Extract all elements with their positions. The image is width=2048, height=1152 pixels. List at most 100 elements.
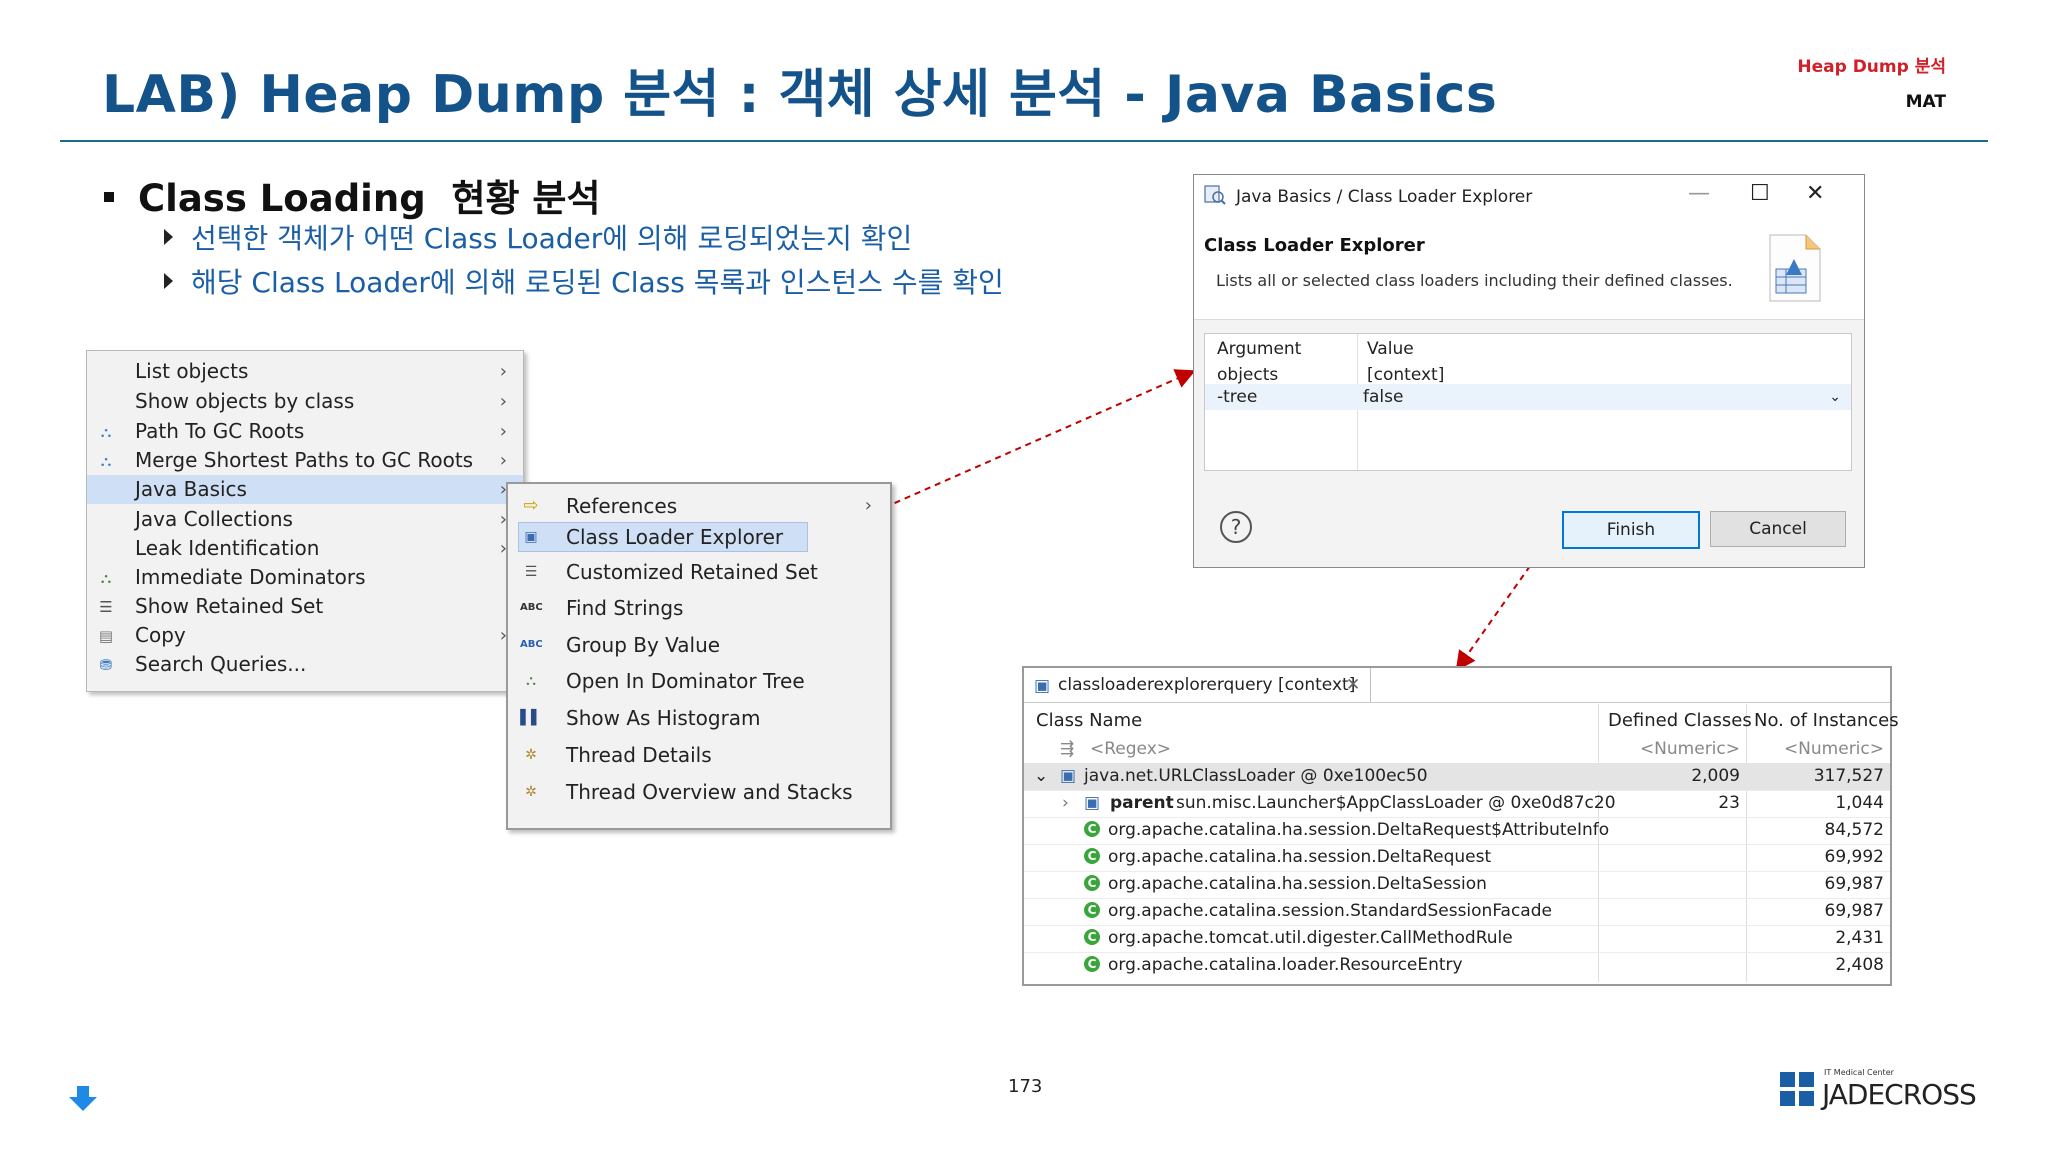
menu-item-references[interactable]: ⇨ References › (508, 489, 890, 523)
column-header-value: Value (1367, 339, 1414, 359)
tab-label: classloaderexplorerquery [context] (1058, 675, 1356, 695)
table-row[interactable]: › ▣ parent sun.misc.Launcher$AppClassLoa… (1024, 790, 1890, 818)
menu-item-find-strings[interactable]: ABC Find Strings (508, 591, 890, 625)
table-row[interactable]: Corg.apache.catalina.ha.session.DeltaSes… (1024, 871, 1890, 899)
column-header-argument: Argument (1217, 339, 1302, 359)
menu-item-immediate-dominators[interactable]: ⛬ Immediate Dominators (87, 563, 523, 592)
tab-divider (1024, 702, 1890, 703)
dialog-description: Lists all or selected class loaders incl… (1216, 271, 1733, 290)
expand-chevron-icon[interactable]: › (1062, 790, 1069, 817)
menu-item-java-collections[interactable]: Java Collections › (87, 505, 523, 534)
menu-item-thread-details[interactable]: ✲ Thread Details (508, 738, 890, 772)
dialog-window-title: Java Basics / Class Loader Explorer (1236, 187, 1533, 207)
dialog-heading: Class Loader Explorer (1204, 235, 1425, 256)
classloader-icon: ▣ (524, 529, 538, 545)
menu-item-class-loader-explorer[interactable]: ▣ Class Loader Explorer (508, 520, 890, 554)
filter-row[interactable]: ⇶ <Regex> <Numeric> <Numeric> (1024, 736, 1890, 764)
filter-icon: ⇶ (1060, 739, 1075, 759)
logo-mark-icon (1780, 1072, 1814, 1106)
menu-item-path-to-gc-roots[interactable]: ⛬ Path To GC Roots › (87, 417, 523, 446)
regex-filter[interactable]: <Regex> (1090, 736, 1171, 763)
query-icon: ▣ (1034, 676, 1051, 696)
menu-item-show-retained-set[interactable]: ☰ Show Retained Set (87, 592, 523, 621)
chevron-right-icon: › (499, 421, 507, 442)
class-icon: C (1084, 848, 1100, 864)
menu-item-search-queries[interactable]: ⛃ Search Queries... (87, 650, 523, 679)
context-menu: List objects › Show objects by class › ⛬ Pa… (86, 350, 524, 692)
histogram-icon: ▌▌ (520, 710, 542, 726)
dominators-icon: ⛬ (100, 569, 112, 587)
class-icon: C (1084, 875, 1100, 891)
table-row[interactable]: Corg.apache.catalina.loader.ResourceEntr… (1024, 952, 1890, 979)
chevron-right-icon: › (499, 450, 507, 471)
arguments-table: Argument Value objects [context] -tree f… (1204, 333, 1852, 471)
table-row[interactable]: Corg.apache.catalina.session.StandardSes… (1024, 898, 1890, 926)
menu-item-java-basics[interactable]: Java Basics › (87, 475, 523, 504)
tree-value-select[interactable]: false (1363, 384, 1403, 410)
cancel-button[interactable]: Cancel (1710, 511, 1846, 547)
dominator-tree-icon: ⛬ (526, 673, 536, 689)
table-row[interactable]: ⌄ ▣ java.net.URLClassLoader @ 0xe100ec50… (1024, 763, 1890, 791)
maximize-button[interactable]: ☐ (1750, 181, 1770, 206)
menu-item-group-by-value[interactable]: ABC Group By Value (508, 628, 890, 662)
column-header-instances[interactable]: No. of Instances (1754, 706, 1899, 736)
arrow-dialog-to-result (1455, 565, 1531, 672)
thread-icon: ✲ (525, 784, 537, 800)
parent-label: parent (1110, 793, 1174, 813)
help-button[interactable]: ? (1220, 511, 1252, 543)
copy-icon: ▤ (98, 627, 114, 645)
retained-set-icon: ☰ (99, 598, 113, 616)
path-gc-icon: ⛬ (100, 423, 112, 441)
menu-item-merge-shortest-paths[interactable]: ⛬ Merge Shortest Paths to GC Roots › (87, 446, 523, 475)
class-icon: C (1084, 902, 1100, 918)
menu-item-show-as-histogram[interactable]: ▌▌ Show As Histogram (508, 701, 890, 735)
menu-item-show-objects-by-class[interactable]: Show objects by class › (87, 387, 523, 416)
java-basics-submenu: ⇨ References › ▣ Class Loader Explorer ☰ Cus… (506, 482, 892, 830)
classloader-icon: ▣ (1084, 793, 1101, 813)
menu-item-customized-retained-set[interactable]: ☰ Customized Retained Set (508, 555, 890, 589)
references-icon: ⇨ (523, 495, 539, 516)
close-button[interactable]: ✕ (1806, 181, 1824, 206)
menu-item-open-in-dominator-tree[interactable]: ⛬ Open In Dominator Tree (508, 664, 890, 698)
table-row[interactable]: Corg.apache.catalina.ha.session.DeltaReq… (1024, 844, 1890, 872)
thread-icon: ✲ (525, 747, 537, 763)
class-icon: C (1084, 929, 1100, 945)
page-number: 173 (1008, 1076, 1043, 1097)
minimize-button[interactable]: — (1688, 181, 1710, 206)
classloader-icon: ▣ (1060, 766, 1077, 786)
chevron-down-icon[interactable]: ⌄ (1829, 384, 1841, 410)
menu-item-copy[interactable]: ▤ Copy › (87, 621, 523, 650)
logo-tagline: IT Medical Center (1824, 1068, 1894, 1077)
argument-row-tree[interactable]: -tree false ⌄ (1205, 384, 1851, 410)
search-queries-icon: ⛃ (99, 656, 113, 674)
table-row[interactable]: Corg.apache.catalina.ha.session.DeltaReq… (1024, 817, 1890, 845)
group-by-value-icon: ABC (520, 639, 543, 650)
class-loader-explorer-dialog: Java Basics / Class Loader Explorer — ☐ … (1193, 174, 1865, 568)
tab-classloaderexplorerquery[interactable]: ▣ classloaderexplorerquery [context] ✕ (1024, 668, 1371, 702)
find-strings-icon: ABC (520, 602, 543, 613)
menu-item-list-objects[interactable]: List objects › (87, 357, 523, 386)
chevron-right-icon: › (499, 391, 507, 412)
expand-chevron-icon[interactable]: ⌄ (1034, 763, 1048, 790)
column-header-defined-classes[interactable]: Defined Classes (1608, 706, 1752, 736)
chevron-right-icon: › (499, 361, 507, 382)
defined-filter[interactable]: <Numeric> (1640, 736, 1740, 763)
down-arrow-icon[interactable] (68, 1086, 98, 1112)
arguments-header-row: Argument Value (1205, 336, 1851, 362)
classloader-result-view: ▣ classloaderexplorerquery [context] ✕ C… (1022, 666, 1899, 986)
menu-item-leak-identification[interactable]: Leak Identification › (87, 534, 523, 563)
merge-paths-icon: ⛬ (100, 452, 112, 470)
instances-filter[interactable]: <Numeric> (1784, 736, 1884, 763)
finish-button[interactable]: Finish (1562, 511, 1700, 549)
retained-set-icon: ☰ (524, 564, 538, 580)
class-icon: C (1084, 956, 1100, 972)
logo-text: JADECROSS (1822, 1078, 1977, 1111)
table-row[interactable]: Corg.apache.tomcat.util.digester.CallMet… (1024, 925, 1890, 953)
close-tab-icon[interactable]: ✕ (1346, 668, 1360, 702)
class-icon: C (1084, 821, 1100, 837)
dialog-window-icon (1204, 185, 1226, 205)
dialog-header-area: Java Basics / Class Loader Explorer — ☐ … (1194, 175, 1864, 320)
column-header-class-name[interactable]: Class Name (1036, 706, 1142, 736)
wizard-banner-icon (1769, 234, 1821, 302)
menu-item-thread-overview[interactable]: ✲ Thread Overview and Stacks (508, 775, 890, 809)
